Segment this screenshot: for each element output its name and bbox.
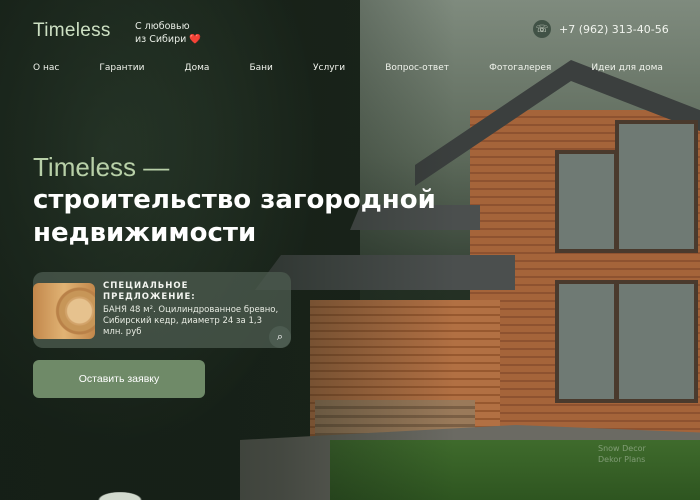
watermark-line-1: Snow Decor: [598, 444, 646, 453]
nav-item-ideas[interactable]: Идеи для дома: [591, 63, 663, 73]
search-icon[interactable]: ⌕: [269, 326, 291, 348]
nav-item-faq[interactable]: Вопрос-ответ: [385, 63, 449, 73]
offer-title: СПЕЦИАЛЬНОЕ ПРЕДЛОЖЕНИЕ:: [103, 281, 196, 303]
snow-decoration: [0, 455, 240, 500]
nav-item-saunas[interactable]: Бани: [249, 63, 272, 73]
logo[interactable]: Timeless: [33, 20, 111, 42]
tagline-line-1: С любовью: [135, 21, 190, 32]
watermark: Snow Decor Dekor Plans: [598, 443, 646, 465]
nav-item-guarantees[interactable]: Гарантии: [99, 63, 144, 73]
nav-item-houses[interactable]: Дома: [185, 63, 210, 73]
hero-background: [0, 0, 700, 500]
tagline-line-2: из Сибири ❤️: [135, 34, 202, 45]
nav-item-services[interactable]: Услуги: [313, 63, 345, 73]
tagline: С любовью из Сибири ❤️: [135, 20, 201, 46]
submit-request-button[interactable]: Оставить заявку: [33, 360, 205, 398]
main-nav: О нас Гарантии Дома Бани Услуги Вопрос-о…: [33, 63, 663, 73]
log-image: [33, 283, 95, 339]
phone-number[interactable]: +7 (962) 313-40-56: [559, 23, 669, 36]
offer-title-line-2: ПРЕДЛОЖЕНИЕ:: [103, 292, 196, 302]
phone-icon: ☏: [533, 20, 551, 38]
phone-contact[interactable]: ☏ +7 (962) 313-40-56: [533, 20, 669, 38]
watermark-line-2: Dekor Plans: [598, 455, 646, 464]
landing-page: Timeless С любовью из Сибири ❤️ ☏ +7 (96…: [0, 0, 700, 500]
nav-item-gallery[interactable]: Фотогалерея: [489, 63, 551, 73]
special-offer-card[interactable]: СПЕЦИАЛЬНОЕ ПРЕДЛОЖЕНИЕ: БАНЯ 48 м². Оци…: [33, 272, 291, 348]
hero-title: строительство загородной недвижимости: [33, 185, 436, 248]
left-overlay: [0, 0, 700, 500]
hero-accent: Timeless —: [33, 152, 170, 182]
offer-title-line-1: СПЕЦИАЛЬНОЕ: [103, 281, 189, 291]
nav-item-about[interactable]: О нас: [33, 63, 59, 73]
offer-text: БАНЯ 48 м². Оцилиндрованное бревно, Сиби…: [103, 305, 279, 337]
